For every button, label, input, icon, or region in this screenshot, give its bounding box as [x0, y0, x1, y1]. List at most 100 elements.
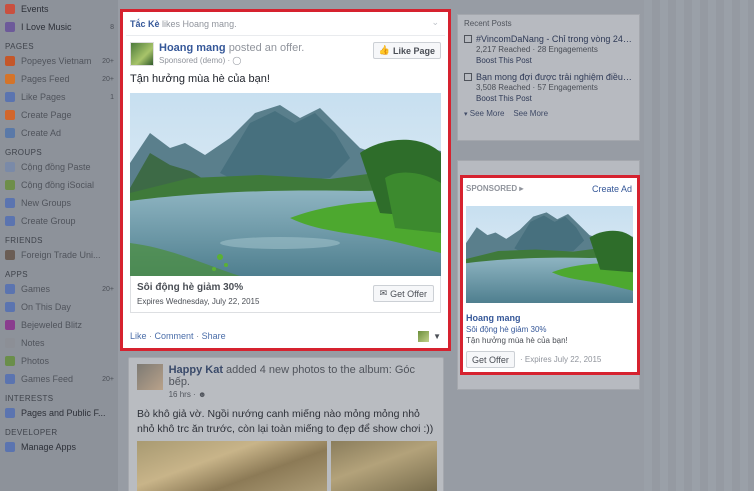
ad-choices-icon: ▸ [519, 184, 524, 193]
liker-name[interactable]: Tắc Kè [130, 19, 160, 29]
sidebar-item-label: Like Pages [21, 92, 66, 102]
sidebar-section-header: PAGES [5, 42, 34, 51]
sidebar-item-icon [5, 216, 15, 226]
sidebar-item-label: Cộng đồng iSocial [21, 180, 95, 190]
sidebar-item-label: Events [21, 4, 49, 14]
chevron-down-icon[interactable]: ⌄ [431, 17, 439, 28]
sponsored-ad-text: Tận hưởng mùa hè của bạn! [466, 336, 568, 345]
sponsored-heading: SPONSORED [466, 184, 518, 193]
story-photos[interactable] [137, 441, 437, 491]
liker-suffix: likes Hoang mang. [162, 19, 237, 29]
recent-post-title[interactable]: #VincomDaNang - Chỉ trong vòng 24h, ... [464, 34, 633, 44]
sidebar-item[interactable]: Bejeweled Blitz [0, 316, 118, 334]
sidebar-item-label: Bejeweled Blitz [21, 320, 83, 330]
sidebar-item[interactable]: Create Page [0, 106, 118, 124]
sponsored-ad-image[interactable] [466, 206, 633, 303]
sidebar-item-label: New Groups [21, 198, 72, 208]
offer-photo[interactable] [130, 93, 441, 276]
sidebar-item-icon [5, 74, 15, 84]
sidebar-item[interactable]: Create Ad [0, 124, 118, 142]
sponsored-ad-name[interactable]: Hoang mang [466, 313, 521, 323]
sidebar-item-label: I Love Music [21, 22, 72, 32]
caret-down-icon[interactable]: ▼ [433, 332, 441, 341]
edit-icon [464, 73, 472, 81]
sidebar-item[interactable]: I Love Music 8 [0, 18, 118, 36]
sidebar-item[interactable]: Create Group [0, 212, 118, 230]
sidebar-item[interactable]: Popeyes Vietnam 20+ [0, 52, 118, 70]
sidebar-section-header: APPS [5, 270, 28, 279]
globe-icon: ◯ [232, 56, 242, 65]
sponsored-label[interactable]: Sponsored (demo) · [159, 56, 230, 65]
sidebar-item-count: 8 [110, 23, 114, 31]
sidebar-item[interactable]: Events [0, 0, 118, 18]
sidebar-item[interactable]: Foreign Trade Uni... [0, 246, 118, 264]
sidebar-section-header: GROUPS [5, 148, 43, 157]
sidebar-item[interactable]: Games Feed 20+ [0, 370, 118, 388]
post-text: Tận hưởng mùa hè của bạn! [130, 73, 270, 85]
sidebar-item[interactable]: New Groups [0, 194, 118, 212]
sidebar-item-icon [5, 302, 15, 312]
sponsored-ad-expiry: · Expires July 22, 2015 [520, 355, 602, 364]
boost-post-link[interactable]: Boost This Post [464, 94, 633, 103]
like-page-button[interactable]: 👍 Like Page [372, 42, 441, 59]
sidebar-item-icon [5, 162, 15, 172]
get-offer-button[interactable]: ✉ Get Offer [372, 285, 434, 302]
sidebar-item-icon [5, 284, 15, 294]
like-link[interactable]: Like [130, 331, 147, 341]
sidebar-item[interactable]: Cộng đồng iSocial [0, 176, 118, 194]
sidebar-item[interactable]: Pages and Public F... [0, 404, 118, 422]
story-photo-2[interactable] [331, 441, 437, 491]
sidebar-item[interactable]: Like Pages 1 [0, 88, 118, 106]
sponsored-ad-box: SPONSORED ▸ Create Ad Hoang mang Sôi độn… [460, 175, 640, 375]
sponsored-get-offer-button[interactable]: Get Offer [466, 351, 515, 368]
story-photo-1[interactable] [137, 441, 328, 491]
sidebar-item-label: Cộng đồng Paste [21, 162, 91, 172]
sidebar-item-label: Games [21, 284, 51, 294]
recent-posts-card: Recent Posts #VincomDaNang - Chỉ trong v… [457, 14, 640, 141]
story-author[interactable]: Happy Kat [169, 364, 223, 376]
story-avatar[interactable] [137, 364, 163, 390]
comment-link[interactable]: Comment [155, 331, 194, 341]
sponsored-ad-title[interactable]: Sôi động hè giảm 30% [466, 325, 547, 334]
recent-post-title[interactable]: Bạn mong đợi được trải nghiệm điều g... [464, 72, 633, 82]
sidebar-item-icon [5, 4, 15, 14]
feed-story: Happy Kat added 4 new photos to the albu… [128, 357, 444, 491]
recent-post-item[interactable]: Bạn mong đợi được trải nghiệm điều g... … [458, 70, 639, 105]
see-more-link[interactable]: See More [470, 109, 505, 118]
chevron-down-icon: ▾ [464, 111, 468, 118]
sidebar-item-icon [5, 338, 15, 348]
sidebar-item[interactable]: On This Day [0, 298, 118, 316]
post-as-avatar[interactable] [418, 331, 430, 342]
share-link[interactable]: Share [202, 331, 226, 341]
like-page-label: Like Page [392, 45, 435, 56]
envelope-icon: ✉ [379, 288, 388, 298]
sidebar-item[interactable]: Photos [0, 352, 118, 370]
sidebar-item-count: 20+ [102, 57, 114, 65]
recent-post-stats: 2,217 Reached · 28 Engagements [476, 45, 598, 54]
sidebar-item-count: 20+ [102, 375, 114, 383]
sidebar-item-icon [5, 180, 15, 190]
sidebar-item[interactable]: Games 20+ [0, 280, 118, 298]
sidebar-item[interactable]: Cộng đồng Paste [0, 158, 118, 176]
sidebar-item-label: Games Feed [21, 374, 74, 384]
page-name[interactable]: Hoang mang [159, 42, 226, 54]
sidebar-item-icon [5, 320, 15, 330]
sidebar-item-label: Pages Feed [21, 74, 70, 84]
recent-post-item[interactable]: #VincomDaNang - Chỉ trong vòng 24h, ... … [458, 32, 639, 67]
sidebar-item[interactable]: Notes [0, 334, 118, 352]
sidebar-item[interactable]: Pages Feed 20+ [0, 70, 118, 88]
sidebar-section-header: FRIENDS [5, 236, 43, 245]
sidebar-item-icon [5, 110, 15, 120]
sidebar-item-icon [5, 250, 15, 260]
sidebar-item-label: Photos [21, 356, 50, 366]
see-more-link-2[interactable]: See More [513, 109, 548, 118]
story-time[interactable]: 16 hrs · [169, 390, 196, 399]
offer-details: Sôi động hè giảm 30% Expires Wednesday, … [130, 276, 441, 313]
create-ad-link[interactable]: Create Ad [592, 184, 632, 194]
boost-post-link[interactable]: Boost This Post [464, 56, 633, 65]
sidebar-item-label: Manage Apps [21, 442, 77, 452]
friends-icon: ☻ [197, 390, 207, 399]
sidebar-section-header: DEVELOPER [5, 428, 58, 437]
page-avatar[interactable] [130, 42, 154, 66]
sidebar-item[interactable]: Manage Apps [0, 438, 118, 456]
